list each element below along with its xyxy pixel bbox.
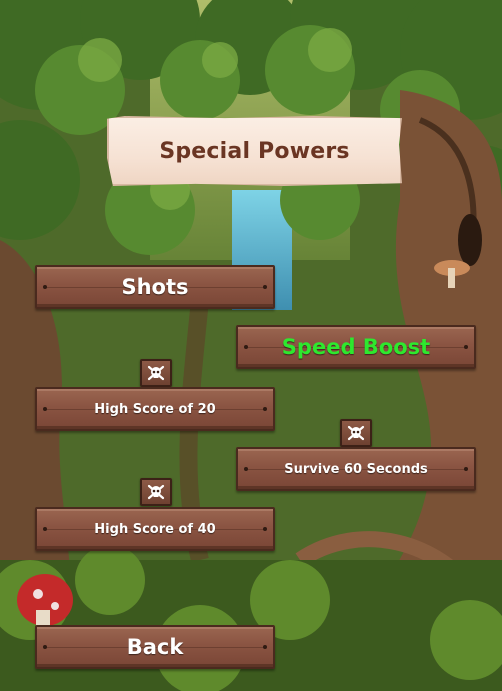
skull-crossbones-icon <box>140 359 172 387</box>
speed-boost-button[interactable]: Speed Boost <box>236 325 476 369</box>
survive-60-seconds-button[interactable]: Survive 60 Seconds <box>236 447 476 491</box>
nail-decoration <box>464 467 468 471</box>
skull-crossbones-icon <box>140 478 172 506</box>
page-title: Special Powers <box>159 138 350 164</box>
nail-decoration <box>244 345 248 349</box>
nail-decoration <box>244 467 248 471</box>
title-banner: Special Powers <box>107 116 402 186</box>
high-score-20-button[interactable]: High Score of 20 <box>35 387 275 431</box>
nail-decoration <box>43 407 47 411</box>
nail-decoration <box>43 527 47 531</box>
nail-decoration <box>263 285 267 289</box>
nail-decoration <box>263 527 267 531</box>
back-label: Back <box>126 635 184 659</box>
speed-boost-label: Speed Boost <box>281 335 431 359</box>
nail-decoration <box>263 645 267 649</box>
back-button[interactable]: Back <box>35 625 275 669</box>
nail-decoration <box>263 407 267 411</box>
high-score-20-label: High Score of 20 <box>94 401 216 417</box>
nail-decoration <box>43 285 47 289</box>
nail-decoration <box>43 645 47 649</box>
high-score-40-label: High Score of 40 <box>94 521 216 537</box>
game-screen: Special Powers Shots Speed Boost High Sc… <box>0 0 502 691</box>
skull-crossbones-icon <box>340 419 372 447</box>
shots-label: Shots <box>121 275 189 299</box>
shots-button[interactable]: Shots <box>35 265 275 309</box>
survive-60-seconds-label: Survive 60 Seconds <box>284 461 428 477</box>
nail-decoration <box>464 345 468 349</box>
high-score-40-button[interactable]: High Score of 40 <box>35 507 275 551</box>
